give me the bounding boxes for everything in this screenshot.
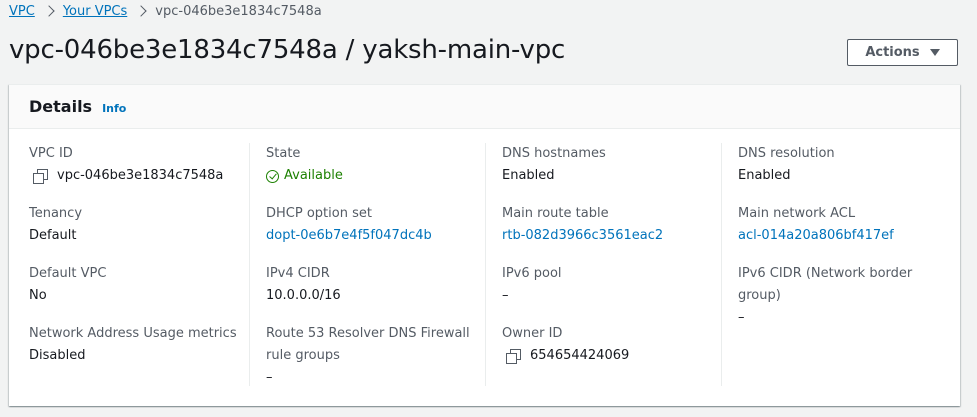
field-value: Default bbox=[29, 228, 77, 243]
breadcrumb-your-vpcs-link[interactable]: Your VPCs bbox=[63, 4, 127, 19]
field-value: – bbox=[502, 288, 509, 303]
field-label: DNS hostnames bbox=[502, 146, 606, 161]
field-label: Main network ACL bbox=[738, 206, 856, 221]
field-main-network-acl: Main network ACL acl-014a20a806bf417ef bbox=[738, 203, 953, 263]
field-label: State bbox=[266, 146, 301, 161]
field-value: No bbox=[29, 288, 47, 303]
dhcp-option-set-link[interactable]: dopt-0e6b7e4f5f047dc4b bbox=[266, 225, 485, 247]
field-value: Enabled bbox=[502, 168, 555, 183]
field-label: DHCP option set bbox=[266, 206, 372, 221]
actions-button[interactable]: Actions bbox=[847, 39, 958, 66]
field-dns-hostnames: DNS hostnames Enabled bbox=[502, 143, 721, 203]
details-column-2: State Available DHCP option set dopt-0e6… bbox=[249, 143, 485, 386]
chevron-right-icon bbox=[43, 4, 55, 17]
page-title: vpc-046be3e1834c7548a / yaksh-main-vpc bbox=[9, 35, 566, 65]
field-tenancy: Tenancy Default bbox=[29, 203, 249, 263]
field-value: 654654424069 bbox=[530, 348, 630, 363]
details-panel-header: Details Info bbox=[9, 85, 960, 129]
copy-icon[interactable] bbox=[33, 169, 48, 184]
details-panel: Details Info VPC ID vpc-046be3e1834c7548… bbox=[9, 84, 960, 406]
field-label: DNS resolution bbox=[738, 146, 835, 161]
field-dhcp-option-set: DHCP option set dopt-0e6b7e4f5f047dc4b bbox=[266, 203, 485, 263]
field-ipv6-pool: IPv6 pool – bbox=[502, 263, 721, 323]
details-column-1: VPC ID vpc-046be3e1834c7548a Tenancy Def… bbox=[29, 143, 249, 386]
details-column-3: DNS hostnames Enabled Main route table r… bbox=[485, 143, 721, 386]
main-network-acl-link[interactable]: acl-014a20a806bf417ef bbox=[738, 225, 953, 247]
breadcrumb-current: vpc-046be3e1834c7548a bbox=[155, 4, 322, 19]
field-value-wrapper: 654654424069 bbox=[502, 345, 721, 367]
copy-icon[interactable] bbox=[506, 349, 521, 364]
field-value: Enabled bbox=[738, 168, 791, 183]
field-state: State Available bbox=[266, 143, 485, 203]
field-label: IPv4 CIDR bbox=[266, 266, 330, 281]
field-label: Tenancy bbox=[29, 206, 83, 221]
field-value: – bbox=[738, 310, 745, 325]
details-title: Details bbox=[29, 97, 93, 116]
check-circle-icon bbox=[266, 169, 279, 183]
field-label: Route 53 Resolver DNS Firewall rule grou… bbox=[266, 326, 470, 363]
field-label: Default VPC bbox=[29, 266, 107, 281]
field-ipv4-cidr: IPv4 CIDR 10.0.0.0/16 bbox=[266, 263, 485, 323]
field-label: Main route table bbox=[502, 206, 609, 221]
main-route-table-link[interactable]: rtb-082d3966c3561eac2 bbox=[502, 225, 721, 247]
field-owner-id: Owner ID 654654424069 bbox=[502, 323, 721, 383]
field-label: Network Address Usage metrics bbox=[29, 326, 237, 341]
field-value: vpc-046be3e1834c7548a bbox=[57, 168, 224, 183]
details-column-4: DNS resolution Enabled Main network ACL … bbox=[721, 143, 953, 386]
field-value-wrapper: vpc-046be3e1834c7548a bbox=[29, 165, 249, 187]
chevron-right-icon bbox=[135, 4, 147, 17]
breadcrumb: VPC Your VPCs vpc-046be3e1834c7548a bbox=[9, 4, 322, 19]
status-wrapper: Available bbox=[266, 165, 485, 187]
info-link[interactable]: Info bbox=[102, 102, 126, 115]
field-ipv6-cidr: IPv6 CIDR (Network border group) – bbox=[738, 263, 953, 325]
field-dns-firewall-rule-groups: Route 53 Resolver DNS Firewall rule grou… bbox=[266, 323, 485, 385]
actions-button-label: Actions bbox=[865, 45, 920, 60]
caret-down-icon bbox=[929, 49, 940, 56]
field-label: VPC ID bbox=[29, 146, 73, 161]
field-value: 10.0.0.0/16 bbox=[266, 288, 341, 303]
field-main-route-table: Main route table rtb-082d3966c3561eac2 bbox=[502, 203, 721, 263]
field-value: – bbox=[266, 370, 273, 385]
field-label: Owner ID bbox=[502, 326, 563, 341]
field-value: Disabled bbox=[29, 348, 86, 363]
field-default-vpc: Default VPC No bbox=[29, 263, 249, 323]
field-dns-resolution: DNS resolution Enabled bbox=[738, 143, 953, 203]
breadcrumb-vpc-link[interactable]: VPC bbox=[9, 4, 35, 19]
field-label: IPv6 pool bbox=[502, 266, 562, 281]
status-badge: Available bbox=[284, 168, 343, 183]
field-vpc-id: VPC ID vpc-046be3e1834c7548a bbox=[29, 143, 249, 203]
field-label: IPv6 CIDR (Network border group) bbox=[738, 266, 913, 303]
field-network-address-usage: Network Address Usage metrics Disabled bbox=[29, 323, 249, 383]
